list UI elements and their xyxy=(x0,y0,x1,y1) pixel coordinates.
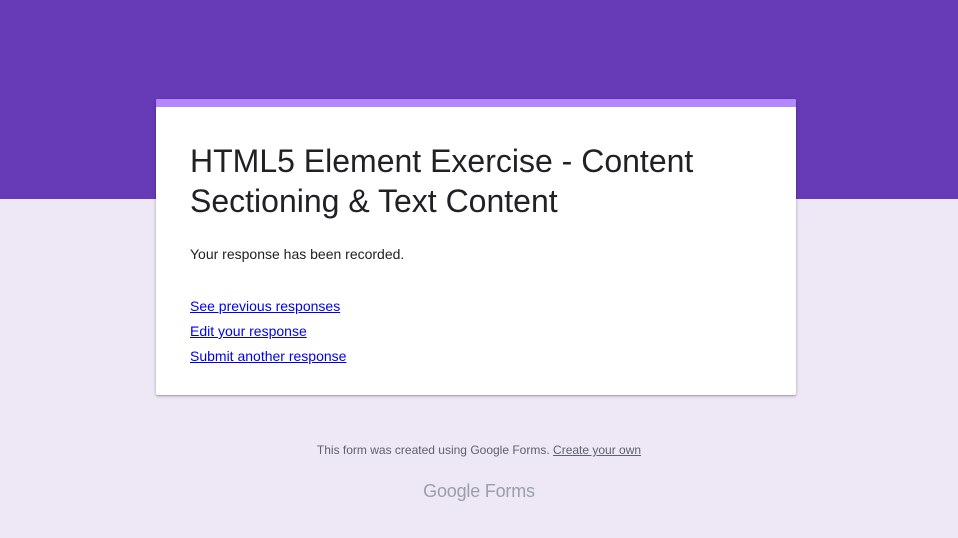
submit-another-response-link[interactable]: Submit another response xyxy=(190,344,346,369)
footer-note: This form was created using Google Forms… xyxy=(0,441,958,459)
response-card: HTML5 Element Exercise - Content Section… xyxy=(156,99,796,395)
card-body: HTML5 Element Exercise - Content Section… xyxy=(190,141,762,369)
edit-response-link[interactable]: Edit your response xyxy=(190,319,307,344)
see-previous-responses-link[interactable]: See previous responses xyxy=(190,294,340,319)
confirmation-message: Your response has been recorded. xyxy=(190,246,405,262)
form-title: HTML5 Element Exercise - Content Section… xyxy=(190,143,694,219)
google-forms-logo[interactable]: Google Forms xyxy=(0,479,958,503)
response-links: See previous responses Edit your respons… xyxy=(190,294,762,369)
create-your-own-link[interactable]: Create your own xyxy=(553,443,641,457)
card-accent-bar xyxy=(156,99,796,107)
footer-text: This form was created using Google Forms… xyxy=(316,443,550,457)
